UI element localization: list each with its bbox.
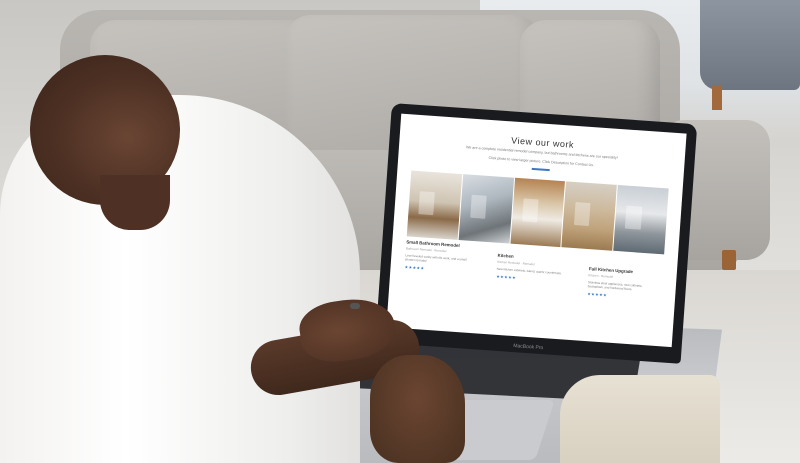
person-right-hand xyxy=(370,355,465,463)
gallery-photo-kitchen-upgrade[interactable] xyxy=(613,184,669,255)
project-cards: Small Bathroom Remodel Bathroom Remodel … xyxy=(402,239,664,327)
gallery-photo-bathroom-vanity[interactable] xyxy=(458,174,514,244)
chair-leg xyxy=(712,85,722,110)
project-card[interactable]: Full Kitchen Upgrade Kitchen · Remodel S… xyxy=(587,266,659,301)
title-underline xyxy=(531,167,550,171)
laptop-screen: View our work We are a complete resident… xyxy=(386,113,687,348)
star-rating: ★★★★★ xyxy=(404,264,425,271)
photo-scene: View our work We are a complete resident… xyxy=(0,0,800,463)
star-rating: ★★★★★ xyxy=(587,291,608,298)
person-legs xyxy=(560,375,720,463)
project-card[interactable]: Kitchen Kitchen Remodel · Remodel New ki… xyxy=(496,253,568,284)
ring xyxy=(350,303,360,309)
star-rating: ★★★★★ xyxy=(495,273,517,281)
project-card[interactable]: Small Bathroom Remodel Bathroom Remodel … xyxy=(404,239,476,274)
gallery-photo-bathroom[interactable] xyxy=(406,170,463,240)
laptop-lid: View our work We are a complete resident… xyxy=(375,103,698,364)
person-neck xyxy=(100,175,170,230)
background-chair xyxy=(700,0,800,90)
gallery-photo-kitchen-cabinets[interactable] xyxy=(561,181,618,251)
gallery-photo-kitchen[interactable] xyxy=(510,177,566,248)
couch-leg xyxy=(722,250,736,270)
person-shirt xyxy=(0,55,360,463)
